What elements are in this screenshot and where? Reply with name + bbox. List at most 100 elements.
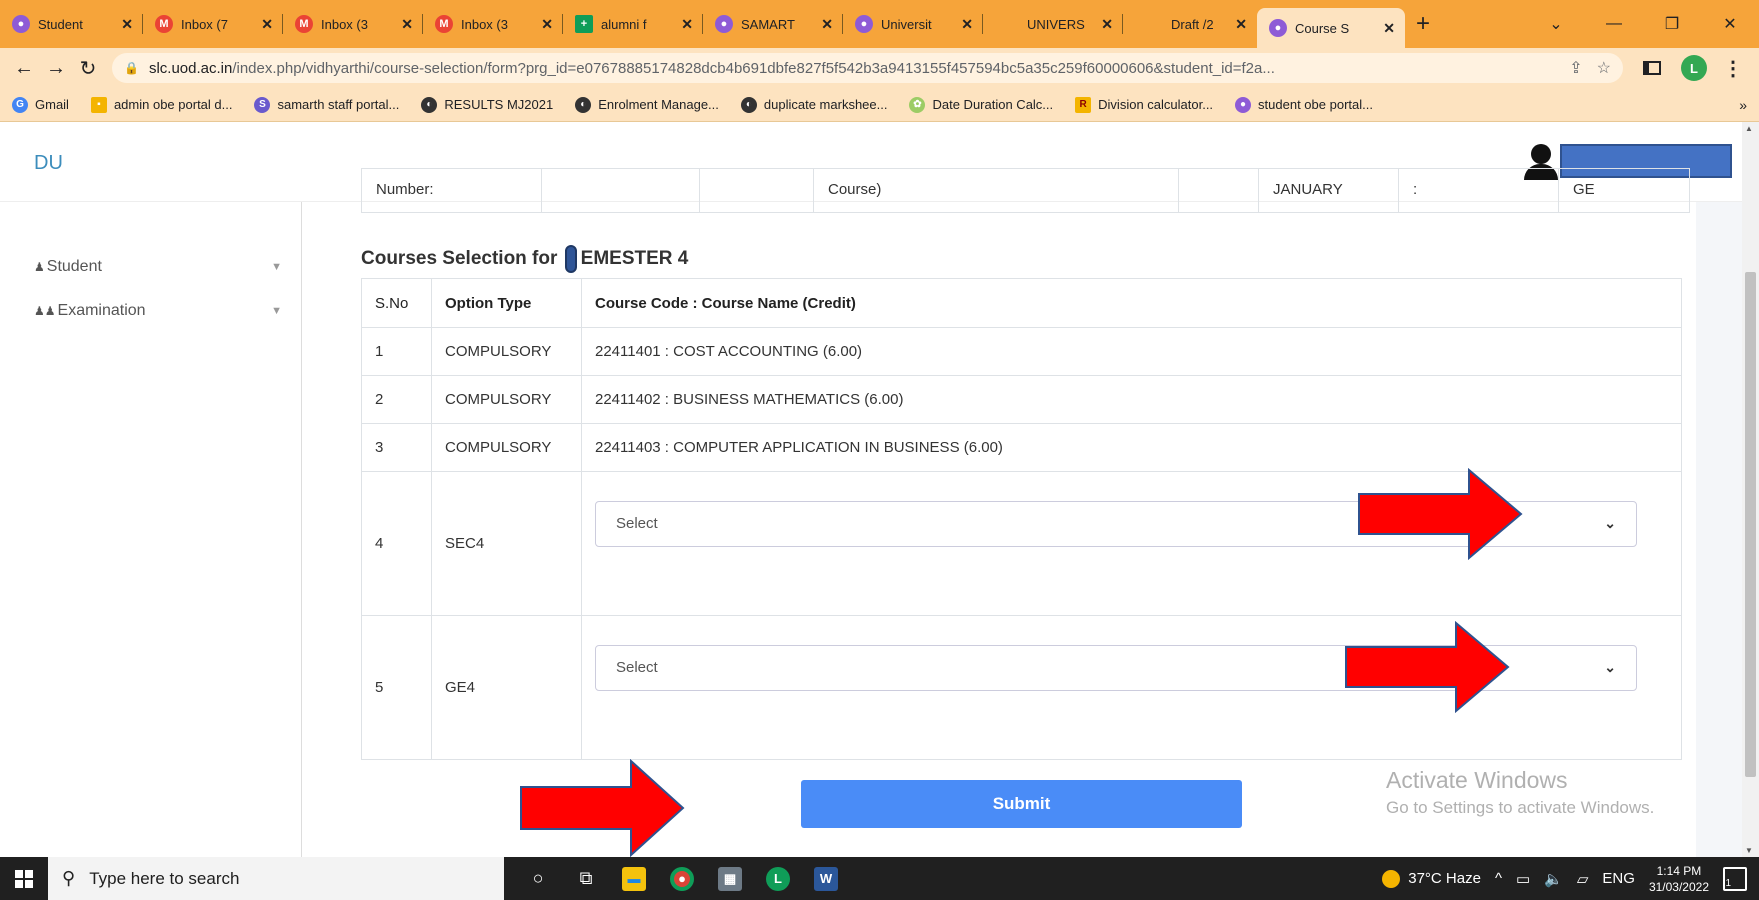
user-icon: ♟ — [34, 260, 45, 274]
side-panel-icon[interactable] — [1643, 61, 1661, 75]
browser-tab[interactable]: M Inbox (3 ✕ — [423, 0, 563, 48]
scroll-down-icon[interactable]: ▼ — [1745, 846, 1753, 855]
info-cell — [1178, 168, 1259, 213]
taskbar-search[interactable]: ⚲ Type here to search — [48, 857, 504, 900]
browser-toolbar: ← → ↻ 🔒 slc.uod.ac.in /index.php/vidhyar… — [0, 48, 1759, 88]
browser-tab[interactable]: + alumni f ✕ — [563, 0, 703, 48]
bookmark-item[interactable]: G Gmail — [12, 96, 69, 113]
option-type-cell: COMPULSORY — [431, 327, 582, 376]
column-header: Course Code : Course Name (Credit) — [581, 278, 1682, 328]
language-indicator[interactable]: ENG — [1602, 870, 1635, 887]
close-window-icon[interactable]: ✕ — [1701, 0, 1759, 48]
globe-icon: ◐ — [575, 96, 592, 113]
student-info-table: Number: Course) JANUARY : GE — [361, 168, 1690, 213]
browser-tab[interactable]: Draft /2 ✕ — [1123, 0, 1257, 48]
close-icon[interactable]: ✕ — [961, 16, 973, 33]
info-course: Course) — [813, 168, 1179, 213]
clock-time: 1:14 PM — [1656, 863, 1702, 878]
calculator-icon[interactable]: ▦ — [706, 857, 754, 900]
annotation-arrow-icon — [1358, 468, 1523, 560]
google-g-icon: G — [12, 96, 28, 113]
clock[interactable]: 1:14 PM 31/03/2022 — [1649, 863, 1709, 895]
tray-chevron-icon[interactable]: ^ — [1495, 870, 1502, 887]
globe-icon: ◐ — [740, 96, 757, 113]
weather-text[interactable]: 37°C Haze — [1408, 870, 1481, 887]
display-icon[interactable]: ▱ — [1577, 870, 1589, 888]
bookmark-item[interactable]: ▪ admin obe portal d... — [90, 96, 232, 113]
address-bar[interactable]: 🔒 slc.uod.ac.in /index.php/vidhyarthi/co… — [112, 53, 1623, 83]
close-icon[interactable]: ✕ — [261, 16, 273, 33]
course-cell: 22411401 : COST ACCOUNTING (6.00) — [581, 327, 1682, 376]
browser-tab[interactable]: ● Universit ✕ — [843, 0, 983, 48]
samarth-icon: ● — [1235, 96, 1252, 113]
menu-kebab-icon[interactable]: ⋮ — [1723, 56, 1743, 81]
info-colon: : — [1398, 168, 1559, 213]
task-view-icon[interactable]: ⧉ — [562, 857, 610, 900]
browser-tab-active[interactable]: ● Course S ✕ — [1257, 8, 1405, 48]
browser-tab[interactable]: M Inbox (3 ✕ — [283, 0, 423, 48]
windows-start-button[interactable] — [0, 857, 48, 900]
lock-icon[interactable]: 🔒 — [124, 61, 139, 75]
network-icon[interactable]: ▭ — [1516, 870, 1530, 888]
submit-button[interactable]: Submit — [801, 780, 1242, 828]
close-icon[interactable]: ✕ — [1235, 16, 1247, 33]
share-icon[interactable]: ⇪ — [1569, 58, 1582, 78]
search-icon: ⚲ — [62, 868, 76, 888]
samarth-icon: ● — [715, 15, 733, 33]
scrollbar-thumb[interactable] — [1745, 272, 1756, 777]
back-icon[interactable]: ← — [8, 52, 40, 84]
forward-icon[interactable]: → — [40, 52, 72, 84]
table-row: 2 COMPULSORY 22411402 : BUSINESS MATHEMA… — [361, 375, 1682, 424]
bookmark-star-icon[interactable]: ☆ — [1597, 58, 1611, 78]
scroll-up-icon[interactable]: ▲ — [1745, 124, 1753, 133]
profile-avatar[interactable]: L — [1681, 55, 1707, 81]
close-icon[interactable]: ✕ — [1383, 20, 1395, 37]
cortana-icon[interactable]: ○ — [514, 857, 562, 900]
bookmarks-overflow-icon[interactable]: » — [1739, 97, 1747, 113]
browser-tab[interactable]: M Inbox (7 ✕ — [143, 0, 283, 48]
close-icon[interactable]: ✕ — [1101, 16, 1113, 33]
weather-icon[interactable] — [1382, 869, 1401, 888]
section-title-prefix: Courses Selection for — [361, 248, 558, 270]
option-type-cell: COMPULSORY — [431, 423, 582, 472]
close-icon[interactable]: ✕ — [401, 16, 413, 33]
chrome-icon[interactable]: ● — [658, 857, 706, 900]
close-icon[interactable]: ✕ — [121, 16, 133, 33]
close-icon[interactable]: ✕ — [541, 16, 553, 33]
file-explorer-icon[interactable]: ▬ — [610, 857, 658, 900]
bookmark-item[interactable]: ◐ Enrolment Manage... — [575, 96, 719, 113]
column-header: Option Type — [431, 278, 582, 328]
new-tab-button[interactable]: + — [1405, 0, 1441, 48]
volume-icon[interactable]: 🔈 — [1544, 870, 1563, 888]
bookmark-label: duplicate markshee... — [763, 97, 888, 112]
tab-title: alumni f — [601, 16, 647, 32]
bookmark-item[interactable]: ✿ Date Duration Calc... — [909, 96, 1053, 113]
browser-tab[interactable]: ● SAMART ✕ — [703, 0, 843, 48]
notification-icon[interactable]: 1 — [1723, 866, 1747, 891]
tab-title: Student — [38, 16, 83, 32]
gmail-icon: M — [295, 15, 313, 33]
minimize-icon[interactable]: — — [1585, 0, 1643, 48]
bookmark-item[interactable]: R Division calculator... — [1075, 96, 1213, 113]
close-icon[interactable]: ✕ — [821, 16, 833, 33]
tab-search-icon[interactable]: ⌄ — [1527, 0, 1585, 48]
browser-tab[interactable]: ● Student ✕ — [0, 0, 143, 48]
restore-icon[interactable]: ❐ — [1643, 0, 1701, 48]
bookmark-item[interactable]: ◐ RESULTS MJ2021 — [421, 96, 553, 113]
reload-icon[interactable]: ↻ — [72, 52, 104, 84]
bookmark-item[interactable]: Ssamarth staff portal... — [254, 96, 399, 113]
bookmark-label: Gmail — [35, 97, 69, 112]
bookmark-item[interactable]: ◐ duplicate markshee... — [740, 96, 888, 113]
bookmark-item[interactable]: ● student obe portal... — [1235, 96, 1373, 113]
sidebar-item-student[interactable]: ♟ Student ▼ — [34, 258, 282, 276]
option-type-cell: COMPULSORY — [431, 375, 582, 424]
brand-logo[interactable]: DU — [34, 152, 63, 175]
r-icon: R — [1075, 96, 1092, 113]
chrome-profile-icon[interactable]: L — [754, 857, 802, 900]
close-icon[interactable]: ✕ — [681, 16, 693, 33]
word-icon[interactable]: W — [802, 857, 850, 900]
sno-cell: 2 — [361, 375, 432, 424]
sidebar-item-examination[interactable]: ♟♟ Examination ▼ — [34, 302, 282, 320]
bookmark-label: Enrolment Manage... — [598, 97, 719, 112]
browser-tab[interactable]: UNIVERS ✕ — [983, 0, 1123, 48]
